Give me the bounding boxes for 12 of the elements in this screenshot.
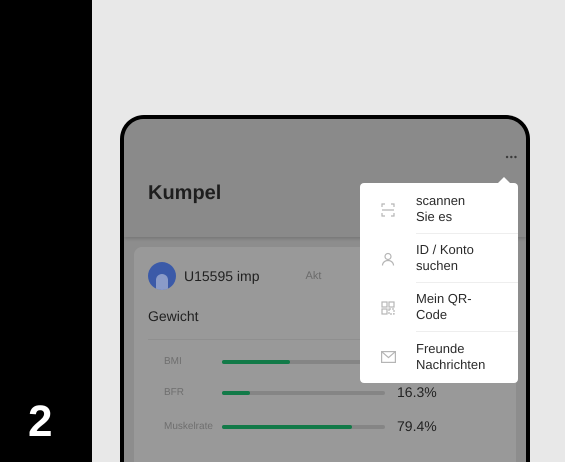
avatar [148, 262, 176, 290]
metric-value: 16.3% [397, 383, 437, 402]
scan-icon [381, 202, 395, 216]
menu-item[interactable]: ID / Konto suchen [360, 234, 518, 283]
step-number: 2 [28, 400, 54, 444]
user-name: U15595 imp [184, 266, 260, 286]
envelope-icon [380, 350, 396, 362]
page-title: Kumpel [148, 181, 222, 206]
menu-item[interactable]: scannen Sie es [360, 185, 518, 234]
metric-value: 79.4% [397, 417, 437, 436]
qr-code-icon [381, 300, 395, 314]
person-icon [381, 252, 395, 266]
